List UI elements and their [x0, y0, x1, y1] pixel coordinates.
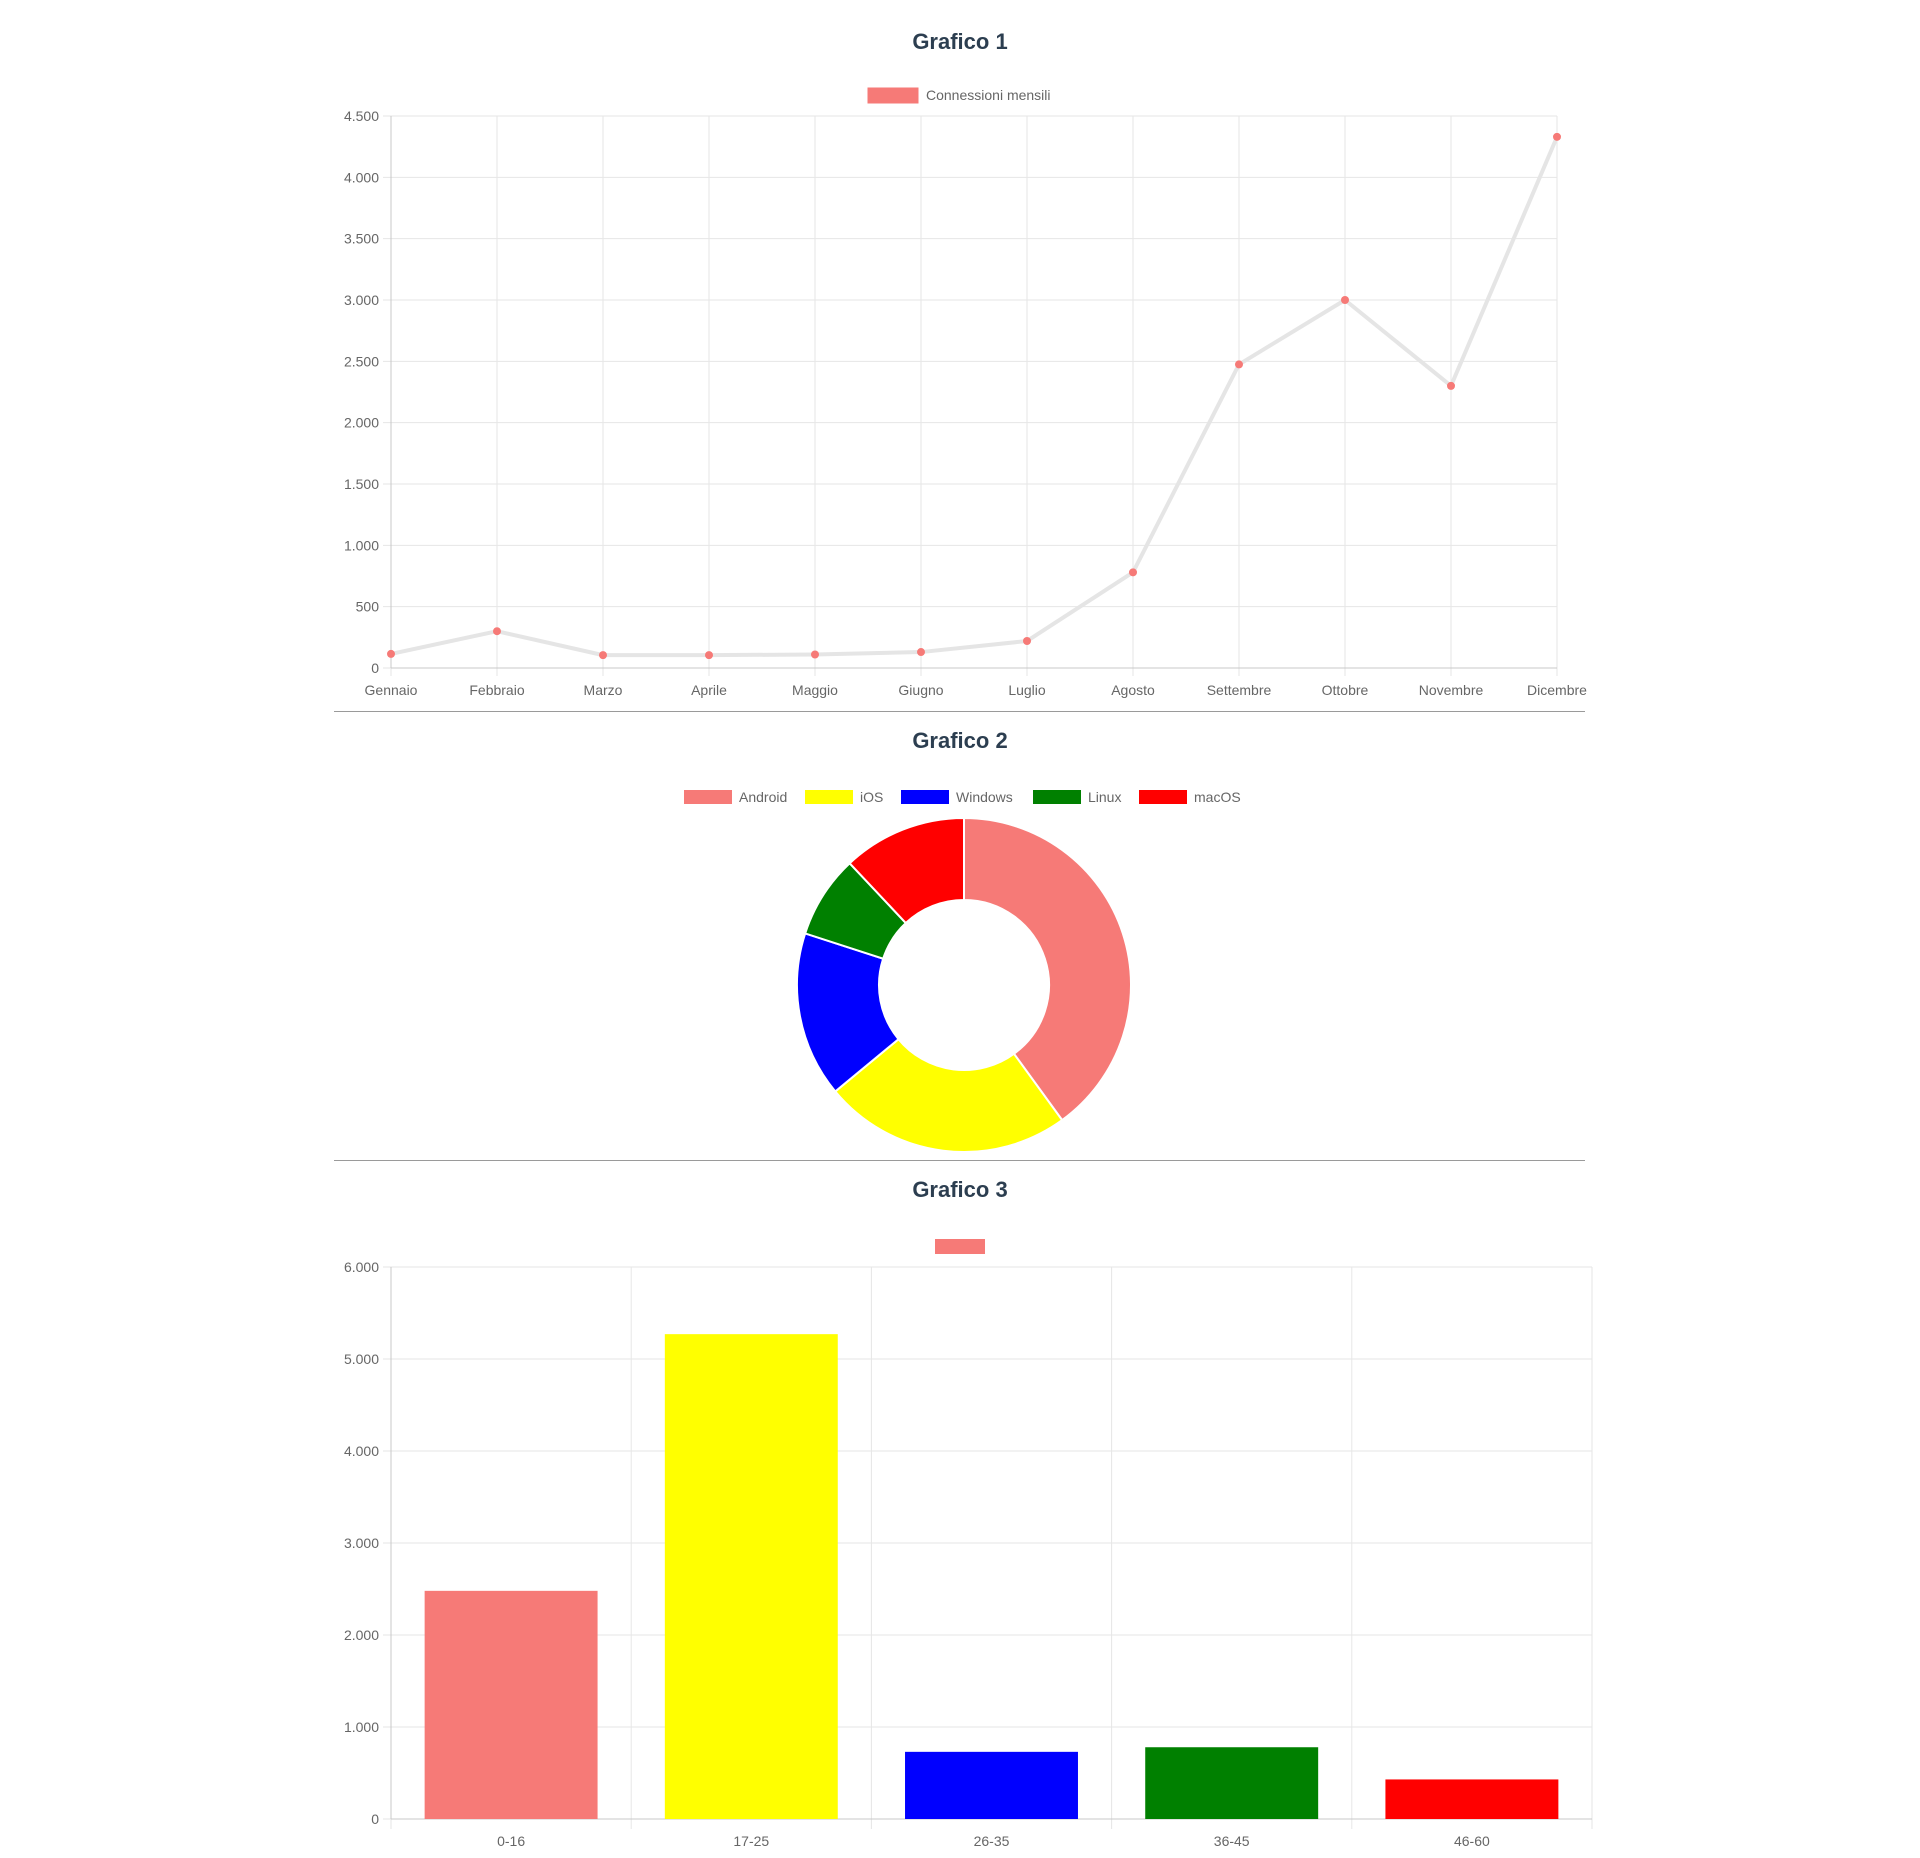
legend-swatch — [935, 1239, 985, 1254]
y-tick-label: 4.000 — [344, 1443, 379, 1459]
bar — [1145, 1747, 1319, 1819]
x-tick-label: 46-60 — [1454, 1833, 1490, 1849]
y-tick-label: 2.000 — [344, 1627, 379, 1643]
bar — [664, 1334, 838, 1819]
y-tick-label: 0 — [371, 1811, 379, 1827]
bar-chart: 0 1.000 2.000 3.000 4.000 5.000 6.000 0-16 17-25… — [344, 1239, 1593, 1849]
y-tick-label: 5.000 — [344, 1351, 379, 1367]
y-tick-label: 1.000 — [344, 1719, 379, 1735]
y-tick-label: 3.000 — [344, 1535, 379, 1551]
bar — [1385, 1779, 1559, 1819]
bar — [905, 1751, 1078, 1819]
x-tick-label: 26-35 — [974, 1833, 1010, 1849]
x-tick-label: 0-16 — [497, 1833, 525, 1849]
y-tick-label: 6.000 — [344, 1259, 379, 1275]
x-tick-label: 36-45 — [1214, 1833, 1250, 1849]
bar — [424, 1590, 598, 1819]
x-tick-label: 17-25 — [733, 1833, 769, 1849]
